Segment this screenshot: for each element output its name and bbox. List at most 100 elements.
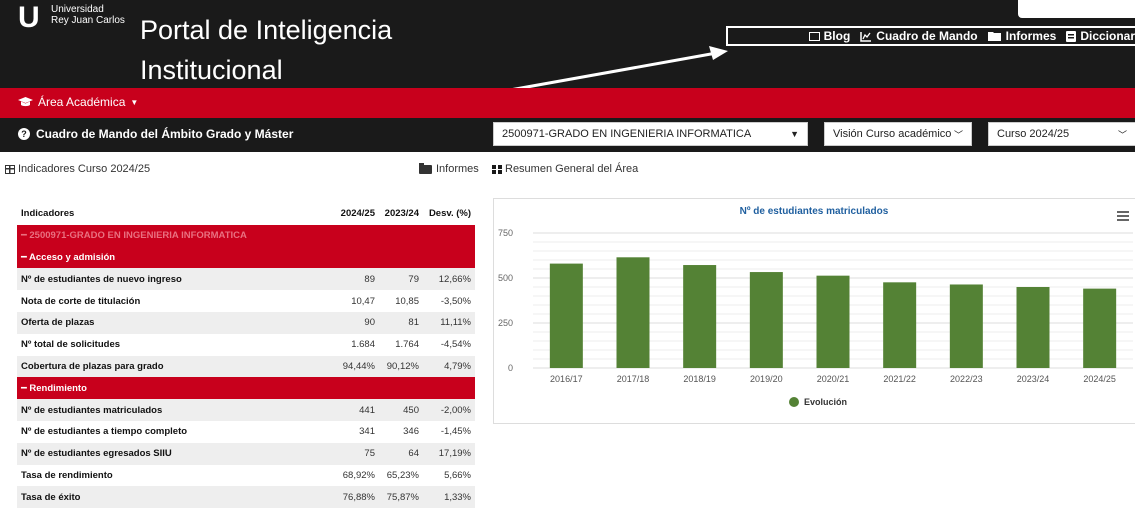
- row-label: Cobertura de plazas para grado: [17, 355, 329, 378]
- bar: [749, 272, 783, 368]
- row-label: Nº total de solicitudes: [21, 339, 121, 351]
- cell-previous: 64: [379, 442, 423, 465]
- col-2023-24: 2023/24: [384, 208, 419, 220]
- th-large-icon: [492, 164, 502, 174]
- cell-deviation: -2,00%: [423, 399, 475, 421]
- y-tick-label: 750: [498, 228, 513, 238]
- nav-blog[interactable]: Blog: [808, 29, 851, 43]
- course-select-value: Curso 2024/25: [997, 128, 1070, 140]
- caret-down-icon: ▼: [790, 129, 799, 139]
- dashboard-title-text: Cuadro de Mando del Ámbito Grado y Máste…: [36, 127, 294, 141]
- newspaper-icon: [808, 31, 820, 41]
- table-row: Nº de estudiantes de nuevo ingreso 89 79 12…: [17, 268, 475, 291]
- reports-link-label: Informes: [436, 163, 479, 175]
- row-label: Nota de corte de titulación: [21, 295, 141, 307]
- row-label: Nº de estudiantes a tiempo completo: [21, 426, 188, 438]
- degree-select-value: 2500971-GRADO EN INGENIERIA INFORMATICA: [502, 128, 752, 140]
- vision-select-value: Visión Curso académico: [833, 128, 952, 140]
- help-icon[interactable]: ?: [18, 128, 30, 140]
- nav-informes[interactable]: Informes: [987, 29, 1056, 43]
- section-row[interactable]: ━ Acceso y admisión: [17, 246, 475, 269]
- row-label: Nº de estudiantes de nuevo ingreso: [17, 268, 329, 291]
- legend-label: Evolución: [804, 397, 847, 407]
- cell-current: 89: [329, 268, 379, 291]
- x-tick-label: 2020/21: [817, 374, 850, 384]
- x-tick-label: 2019/20: [750, 374, 783, 384]
- area-menu-toggle[interactable]: Área Académica ▼: [18, 95, 138, 109]
- cell-current: 90: [329, 311, 379, 334]
- x-tick-label: 2022/23: [950, 374, 983, 384]
- x-tick-label: 2021/22: [883, 374, 916, 384]
- cell-deviation: 1,33%: [423, 486, 475, 508]
- area-bar: [0, 88, 1135, 118]
- cell-previous: 1.764: [395, 339, 419, 351]
- bar-chart: 0 250 500 750 2016/17 2017/18 2018/19 2019/20 20…: [498, 228, 1133, 407]
- y-tick-label: 500: [498, 273, 513, 283]
- dashboard-title: ? Cuadro de Mando del Ámbito Grado y Más…: [18, 127, 293, 141]
- table-row: Nº de estudiantes matriculados 441 450 -2,0…: [17, 399, 475, 421]
- cell-current: 441: [329, 399, 379, 421]
- cell-deviation: 17,19%: [423, 442, 475, 465]
- cell-deviation: -4,54%: [440, 339, 471, 351]
- bar: [816, 275, 850, 368]
- minus-icon: ━: [21, 382, 27, 394]
- section-label: Acceso y admisión: [29, 251, 116, 263]
- graduation-cap-icon: [18, 97, 33, 107]
- reports-link[interactable]: Informes: [419, 162, 479, 175]
- annotation-arrow: [509, 46, 728, 92]
- nav-cuadro-de-mando[interactable]: Cuadro de Mando: [860, 29, 978, 43]
- table-row: Nota de corte de titulación 10,47 10,85 -3,…: [17, 290, 475, 312]
- cell-current: 10,47: [351, 295, 375, 307]
- area-menu-label: Área Académica: [38, 95, 126, 109]
- cell-deviation: 4,79%: [423, 355, 475, 378]
- bar: [549, 263, 583, 368]
- cell-current: 75: [329, 442, 379, 465]
- table-icon: [5, 164, 15, 174]
- table-header-row: Indicadores 2024/25 2023/24 Desv. (%): [17, 203, 475, 225]
- row-label: Tasa de rendimiento: [21, 469, 113, 481]
- section-label: Rendimiento: [29, 382, 87, 394]
- nav-blog-label: Blog: [823, 29, 851, 43]
- x-tick-label: 2023/24: [1017, 374, 1050, 384]
- row-label: Oferta de plazas: [17, 311, 329, 334]
- nav-cuadro-label: Cuadro de Mando: [876, 29, 978, 43]
- table-row: Nº de estudiantes a tiempo completo 341 34…: [17, 421, 475, 443]
- table-row: Tasa de rendimiento 68,92% 65,23% 5,66%: [17, 465, 475, 487]
- cell-previous: 75,87%: [379, 486, 423, 508]
- nav-diccionario[interactable]: Diccionar: [1066, 29, 1135, 43]
- table-row: Nº de estudiantes egresados SIIU 75 64 17,1…: [17, 442, 475, 465]
- vision-select[interactable]: Visión Curso académico ﹀: [824, 122, 972, 146]
- minus-icon: ━: [21, 251, 27, 263]
- minus-icon: ━: [21, 230, 27, 242]
- bar: [883, 282, 917, 368]
- bar: [1083, 288, 1117, 368]
- course-select[interactable]: Curso 2024/25 ﹀: [988, 122, 1135, 146]
- x-tick-label: 2018/19: [683, 374, 716, 384]
- top-right-panel: [1018, 0, 1135, 18]
- degree-select[interactable]: 2500971-GRADO EN INGENIERIA INFORMATICA …: [493, 122, 808, 146]
- degree-group-label: 2500971-GRADO EN INGENIERIA INFORMATICA: [29, 230, 247, 242]
- col-indicators: Indicadores: [21, 208, 75, 220]
- row-label: Tasa de éxito: [17, 486, 329, 508]
- cell-previous: 346: [403, 426, 419, 438]
- book-icon: [1066, 30, 1077, 42]
- caret-down-icon: ▼: [130, 97, 139, 107]
- bar: [949, 284, 983, 368]
- x-tick-label: 2024/25: [1083, 374, 1116, 384]
- folder-icon: [987, 32, 1001, 41]
- cell-previous: 450: [379, 399, 423, 421]
- chart-line-icon: [860, 31, 872, 42]
- cell-current: 94,44%: [329, 355, 379, 378]
- bar: [683, 265, 717, 368]
- chevron-down-icon: ﹀: [953, 129, 963, 140]
- section-row[interactable]: ━ Rendimiento: [17, 377, 475, 400]
- indicators-table: Indicadores 2024/25 2023/24 Desv. (%) ━ …: [17, 203, 475, 508]
- cell-deviation: 5,66%: [444, 469, 471, 481]
- summary-heading-text: Resumen General del Área: [505, 163, 639, 175]
- summary-heading: Resumen General del Área: [492, 163, 638, 175]
- cell-current: 1.684: [351, 339, 375, 351]
- degree-group-row[interactable]: ━ 2500971-GRADO EN INGENIERIA INFORMATIC…: [17, 224, 475, 247]
- nav-diccionario-label: Diccionar: [1080, 29, 1135, 43]
- cell-current: 76,88%: [329, 486, 379, 508]
- cell-current: 68,92%: [342, 469, 375, 481]
